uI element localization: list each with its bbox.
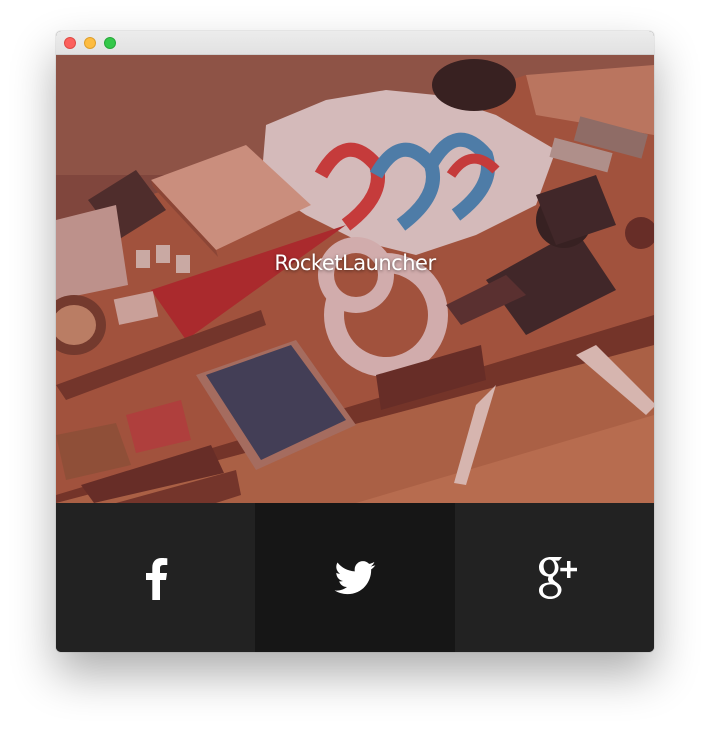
twitter-icon	[334, 560, 376, 594]
twitter-button[interactable]	[255, 503, 455, 652]
social-bar	[56, 503, 654, 652]
hero-section: RocketLauncher	[56, 55, 654, 503]
hero-tint-overlay	[56, 55, 654, 503]
app-window: RocketLauncher	[56, 31, 654, 652]
minimize-window-button[interactable]	[84, 37, 96, 49]
google-plus-button[interactable]	[455, 503, 654, 652]
title-bar	[56, 31, 654, 55]
facebook-icon	[145, 557, 167, 600]
google-plus-icon	[538, 556, 577, 599]
facebook-button[interactable]	[56, 503, 255, 652]
close-window-button[interactable]	[64, 37, 76, 49]
brand-title: RocketLauncher	[274, 251, 436, 275]
zoom-window-button[interactable]	[104, 37, 116, 49]
